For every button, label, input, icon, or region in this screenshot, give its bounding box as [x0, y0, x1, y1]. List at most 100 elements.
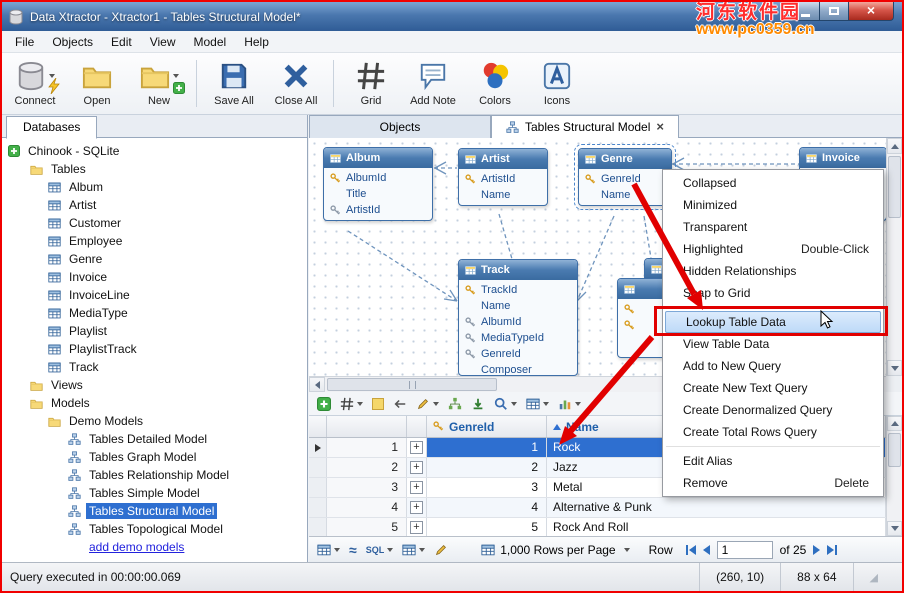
- add-note-button[interactable]: Add Note: [402, 55, 464, 112]
- edit-button[interactable]: [432, 542, 450, 558]
- table-album[interactable]: Album AlbumId Title ArtistId: [323, 147, 433, 221]
- tab-tables-structural-model[interactable]: Tables Structural Model: [491, 115, 679, 138]
- tree-item-tables[interactable]: Tables: [2, 160, 307, 178]
- menu-item-help[interactable]: Help: [235, 32, 278, 52]
- context-menu-item-collapsed[interactable]: Collapsed: [663, 172, 883, 194]
- row-expand-button[interactable]: [407, 518, 427, 536]
- connector-button[interactable]: [390, 395, 410, 413]
- resize-grip[interactable]: [853, 563, 894, 591]
- close-tab-icon[interactable]: [656, 120, 664, 134]
- edit-button[interactable]: [413, 395, 442, 413]
- note-button[interactable]: [369, 396, 387, 412]
- last-page-button[interactable]: [827, 545, 837, 555]
- menu-item-model[interactable]: Model: [185, 32, 236, 52]
- context-menu-item-create-denormalized-query[interactable]: Create Denormalized Query: [663, 399, 883, 421]
- scroll-thumb[interactable]: [888, 433, 901, 467]
- first-page-button[interactable]: [686, 545, 696, 555]
- add-demo-models-link[interactable]: add demo models: [2, 538, 307, 556]
- row-expand-button[interactable]: [407, 478, 427, 497]
- table-view-button[interactable]: [400, 542, 427, 558]
- tree-item-album[interactable]: Album: [2, 178, 307, 196]
- table-artist[interactable]: Artist ArtistId Name: [458, 148, 548, 206]
- tree-item-track[interactable]: Track: [2, 358, 307, 376]
- tree-item-tables-simple-model[interactable]: Tables Simple Model: [2, 484, 307, 502]
- context-menu-item-edit-alias[interactable]: Edit Alias: [663, 450, 883, 472]
- scroll-left-icon[interactable]: [309, 377, 325, 392]
- context-menu-item-create-total-rows-query[interactable]: Create Total Rows Query: [663, 421, 883, 443]
- tree-item-customer[interactable]: Customer: [2, 214, 307, 232]
- scroll-down-icon[interactable]: [887, 360, 902, 376]
- tree-item-artist[interactable]: Artist: [2, 196, 307, 214]
- context-menu-item-highlighted[interactable]: HighlightedDouble-Click: [663, 238, 883, 260]
- prev-page-button[interactable]: [703, 545, 710, 555]
- next-page-button[interactable]: [813, 545, 820, 555]
- menu-item-view[interactable]: View: [141, 32, 185, 52]
- export-button[interactable]: [468, 395, 488, 413]
- data-button[interactable]: [523, 395, 552, 413]
- export-grid-button[interactable]: [315, 542, 342, 558]
- tree-item-playlist[interactable]: Playlist: [2, 322, 307, 340]
- sql-button[interactable]: SQL: [364, 544, 396, 556]
- grid-vscroll[interactable]: [886, 416, 902, 536]
- tree-item-tables-detailed-model[interactable]: Tables Detailed Model: [2, 430, 307, 448]
- row-expand-button[interactable]: [407, 498, 427, 517]
- context-menu-item-hidden-relationships[interactable]: Hidden Relationships: [663, 260, 883, 282]
- add-object-button[interactable]: [314, 395, 334, 413]
- tree-item-invoice[interactable]: Invoice: [2, 268, 307, 286]
- tree-item-models[interactable]: Models: [2, 394, 307, 412]
- tab-databases[interactable]: Databases: [6, 116, 97, 139]
- table-row[interactable]: 5 5 Rock And Roll: [309, 518, 886, 536]
- context-menu-item-minimized[interactable]: Minimized: [663, 194, 883, 216]
- grid-button[interactable]: Grid: [340, 55, 402, 112]
- context-menu-item-view-table-data[interactable]: View Table Data: [663, 333, 883, 355]
- tree-item-mediatype[interactable]: MediaType: [2, 304, 307, 322]
- expand-icon[interactable]: [8, 145, 20, 157]
- diagram-vscroll[interactable]: [886, 138, 902, 376]
- icons-button[interactable]: Icons: [526, 55, 588, 112]
- wave-button[interactable]: [347, 541, 359, 559]
- grid-options-button[interactable]: [337, 395, 366, 413]
- table-genre[interactable]: Genre GenreId Name: [578, 148, 672, 206]
- menu-item-file[interactable]: File: [6, 32, 43, 52]
- rows-per-page-button[interactable]: 1,000 Rows per Page: [481, 543, 629, 557]
- row-expand-button[interactable]: [407, 438, 427, 457]
- context-menu-item-remove[interactable]: RemoveDelete: [663, 472, 883, 494]
- scroll-up-icon[interactable]: [887, 416, 902, 431]
- tree-item-tables-topological-model[interactable]: Tables Topological Model: [2, 520, 307, 538]
- menu-item-edit[interactable]: Edit: [102, 32, 141, 52]
- tree-item-employee[interactable]: Employee: [2, 232, 307, 250]
- tree-item-tables-structural-model[interactable]: Tables Structural Model: [2, 502, 307, 520]
- context-menu-item-add-to-new-query[interactable]: Add to New Query: [663, 355, 883, 377]
- scroll-thumb[interactable]: [888, 156, 901, 218]
- tree-item-tables-relationship-model[interactable]: Tables Relationship Model: [2, 466, 307, 484]
- page-input[interactable]: [717, 541, 773, 559]
- close-button[interactable]: [849, 2, 894, 21]
- table-row[interactable]: 4 4 Alternative & Punk: [309, 498, 886, 518]
- tree-item-playlisttrack[interactable]: PlaylistTrack: [2, 340, 307, 358]
- table-track[interactable]: Track TrackId Name AlbumId MediaTypeId: [458, 259, 578, 376]
- minimize-button[interactable]: [790, 2, 820, 21]
- connect-button[interactable]: Connect: [4, 55, 66, 112]
- row-expand-button[interactable]: [407, 458, 427, 477]
- colors-button[interactable]: Colors: [464, 55, 526, 112]
- new-button[interactable]: New: [128, 55, 190, 112]
- menu-item-objects[interactable]: Objects: [43, 32, 102, 52]
- close-all-button[interactable]: Close All: [265, 55, 327, 112]
- maximize-button[interactable]: [820, 2, 849, 21]
- tree-item-chinook-sqlite[interactable]: Chinook - SQLite: [2, 142, 307, 160]
- tree-item-views[interactable]: Views: [2, 376, 307, 394]
- chart-button[interactable]: [555, 395, 584, 413]
- context-menu-item-create-new-text-query[interactable]: Create New Text Query: [663, 377, 883, 399]
- scroll-thumb[interactable]: [327, 378, 497, 391]
- context-menu-item-transparent[interactable]: Transparent: [663, 216, 883, 238]
- grid-header-genreid[interactable]: GenreId: [427, 416, 547, 437]
- scroll-down-icon[interactable]: [887, 521, 902, 536]
- tree-item-tables-graph-model[interactable]: Tables Graph Model: [2, 448, 307, 466]
- save-all-button[interactable]: Save All: [203, 55, 265, 112]
- zoom-button[interactable]: [491, 395, 520, 413]
- scroll-up-icon[interactable]: [887, 138, 902, 154]
- open-button[interactable]: Open: [66, 55, 128, 112]
- tab-objects[interactable]: Objects: [309, 115, 491, 138]
- tree-item-demo-models[interactable]: Demo Models: [2, 412, 307, 430]
- tree-item-invoiceline[interactable]: InvoiceLine: [2, 286, 307, 304]
